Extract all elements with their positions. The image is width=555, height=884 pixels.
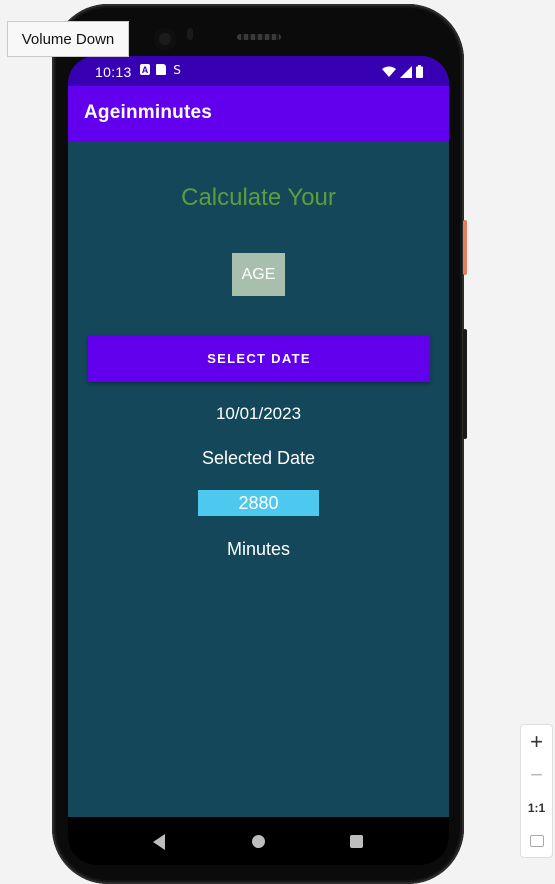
headline-text: Calculate Your <box>181 184 336 211</box>
recents-icon[interactable] <box>350 835 363 848</box>
navigation-bar <box>68 817 449 865</box>
minutes-value: 2880 <box>238 492 279 513</box>
zoom-controls: + − 1:1 <box>520 724 553 858</box>
age-label: AGE <box>241 265 276 283</box>
power-button[interactable] <box>463 220 467 275</box>
zoom-out-button[interactable]: − <box>521 761 552 789</box>
device-frame: 10:13 A S Ageinminutes Calculate Your AG… <box>52 4 467 884</box>
selected-date-value: 10/01/2023 <box>215 404 302 423</box>
app-title: Ageinminutes <box>84 102 213 123</box>
minutes-value-box: 2880 <box>198 490 319 516</box>
volume-button[interactable] <box>463 329 467 439</box>
age-label-box: AGE <box>232 253 285 296</box>
a-notification-icon: A <box>140 64 150 75</box>
back-icon[interactable] <box>153 834 165 850</box>
status-bar: 10:13 A S <box>68 56 449 86</box>
earpiece-speaker <box>237 34 281 40</box>
fit-screen-button[interactable] <box>521 827 552 855</box>
main-content: Calculate Your AGE SELECT DATE 10/01/202… <box>68 142 449 817</box>
fit-screen-icon <box>529 834 544 847</box>
selected-date-label: Selected Date <box>201 448 316 468</box>
tooltip-label: Volume Down <box>21 30 115 48</box>
actual-size-button[interactable]: 1:1 <box>521 794 552 822</box>
minutes-label: Minutes <box>226 539 291 559</box>
zoom-in-button[interactable]: + <box>521 728 552 756</box>
home-icon[interactable] <box>252 835 265 848</box>
volume-down-tooltip: Volume Down <box>7 21 129 57</box>
proximity-sensor <box>187 28 193 40</box>
wifi-icon <box>382 66 396 77</box>
front-camera-icon <box>154 28 176 50</box>
app-bar: Ageinminutes <box>68 86 449 142</box>
battery-icon <box>416 65 423 78</box>
select-date-button[interactable]: SELECT DATE <box>88 335 430 382</box>
signal-icon <box>400 66 412 78</box>
device-screen: 10:13 A S Ageinminutes Calculate Your AG… <box>68 56 449 865</box>
select-date-button-label: SELECT DATE <box>207 351 311 366</box>
sim-card-icon <box>156 64 166 75</box>
notification-icons: A S <box>140 62 182 77</box>
status-time: 10:13 <box>95 64 132 80</box>
system-icons <box>382 65 423 78</box>
s-notification-icon: S <box>173 62 181 77</box>
